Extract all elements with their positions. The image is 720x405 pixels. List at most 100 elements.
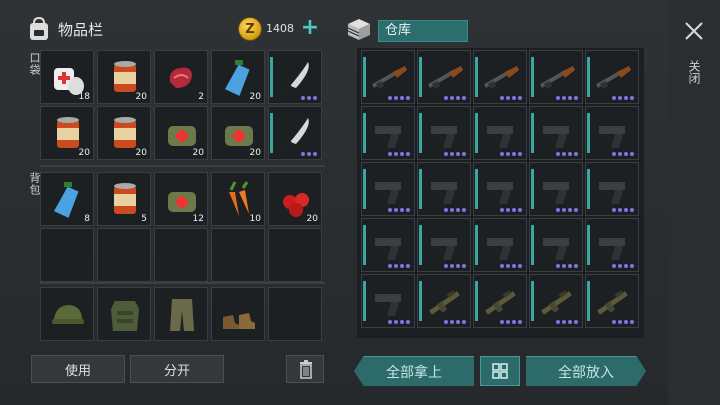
take-all-label: 全部拿上: [386, 364, 442, 381]
storage-slot[interactable]: [361, 274, 415, 328]
storage-slot[interactable]: [473, 218, 527, 272]
pocket-slot[interactable]: 20: [97, 106, 151, 160]
storage-slot[interactable]: [529, 218, 583, 272]
quality-dots: [612, 320, 634, 324]
storage-slot[interactable]: [473, 50, 527, 104]
storage-slot[interactable]: [417, 274, 471, 328]
quality-dots: [556, 96, 578, 100]
durability-bar: [531, 113, 534, 153]
equipment-slot[interactable]: [268, 287, 322, 341]
item-quantity: 20: [306, 214, 318, 224]
storage-slot[interactable]: [361, 50, 415, 104]
quality-dots: [444, 320, 466, 324]
quality-dots: [388, 152, 410, 156]
durability-bar: [270, 113, 273, 153]
item-quantity: 20: [249, 148, 261, 158]
take-all-button[interactable]: 全部拿上: [354, 356, 474, 386]
backpack-slot[interactable]: 5: [97, 172, 151, 226]
add-coins-button[interactable]: +: [300, 17, 320, 40]
close-label[interactable]: 关闭: [686, 60, 703, 84]
equipment-slot[interactable]: [211, 287, 265, 341]
quality-dots: [556, 264, 578, 268]
canned-food-icon: [114, 183, 136, 214]
trash-icon: [300, 360, 312, 379]
storage-slot[interactable]: [585, 106, 639, 160]
pocket-slot[interactable]: 20: [211, 106, 265, 160]
storage-slot[interactable]: [473, 162, 527, 216]
durability-bar: [363, 113, 366, 153]
quality-dots: [612, 96, 634, 100]
quality-dots: [500, 208, 522, 212]
backpack-slot[interactable]: 20: [268, 172, 322, 226]
quality-dots: [444, 152, 466, 156]
backpack-slot[interactable]: 10: [211, 172, 265, 226]
equipment-slot[interactable]: [40, 287, 94, 341]
camo-vest-icon: [111, 301, 139, 331]
pistol-icon: [431, 238, 457, 260]
pocket-slot[interactable]: 2: [154, 50, 208, 104]
storage-slot[interactable]: [585, 50, 639, 104]
water-bottle-icon: [53, 182, 79, 218]
durability-bar: [587, 281, 590, 321]
pocket-slot[interactable]: [268, 106, 322, 160]
close-icon[interactable]: [681, 18, 707, 44]
pistol-icon: [599, 182, 625, 204]
pocket-slot[interactable]: 18: [40, 50, 94, 104]
storage-slot[interactable]: [417, 106, 471, 160]
quality-dots: [612, 152, 634, 156]
storage-slot[interactable]: [529, 162, 583, 216]
durability-bar: [363, 225, 366, 265]
storage-slot[interactable]: [361, 218, 415, 272]
storage-slot[interactable]: [585, 218, 639, 272]
backpack-slot[interactable]: 12: [154, 172, 208, 226]
rifle-icon: [597, 290, 628, 315]
backpack-slot[interactable]: [154, 228, 208, 282]
backpack-slot[interactable]: [40, 228, 94, 282]
pocket-slot[interactable]: 20: [40, 106, 94, 160]
durability-bar: [531, 169, 534, 209]
pocket-slot[interactable]: 20: [211, 50, 265, 104]
pocket-slot[interactable]: [268, 50, 322, 104]
backpack-icon: [30, 16, 48, 40]
rifle-icon: [429, 290, 460, 315]
storage-slot[interactable]: [417, 50, 471, 104]
storage-slot[interactable]: [473, 274, 527, 328]
quality-dots: [500, 320, 522, 324]
quality-dots: [388, 208, 410, 212]
durability-bar: [419, 281, 422, 321]
storage-slot[interactable]: [529, 50, 583, 104]
equipment-slot[interactable]: [154, 287, 208, 341]
durability-bar: [419, 57, 422, 97]
pocket-slot[interactable]: 20: [97, 50, 151, 104]
put-all-button[interactable]: 全部放入: [526, 356, 646, 386]
storage-slot[interactable]: [473, 106, 527, 160]
storage-slot[interactable]: [529, 274, 583, 328]
equipment-slot[interactable]: [97, 287, 151, 341]
storage-slot[interactable]: [361, 162, 415, 216]
machete-icon: [283, 118, 309, 149]
durability-bar: [475, 57, 478, 97]
storage-slot[interactable]: [585, 162, 639, 216]
backpack-slot[interactable]: [211, 228, 265, 282]
sort-grid-button[interactable]: [480, 356, 520, 386]
split-button[interactable]: 分开: [130, 355, 224, 383]
inventory-screen: 物品栏 Z 1408 + 口袋 背包 18 20 2 20 20 20 20 20 8 5 12 10…: [0, 0, 720, 405]
backpack-slot[interactable]: [268, 228, 322, 282]
item-quantity: 12: [192, 214, 204, 224]
camo-pants-icon: [170, 299, 194, 331]
storage-slot[interactable]: [529, 106, 583, 160]
backpack-slot[interactable]: 8: [40, 172, 94, 226]
quality-dots: [556, 152, 578, 156]
pistol-icon: [543, 238, 569, 260]
durability-bar: [531, 57, 534, 97]
storage-slot[interactable]: [417, 218, 471, 272]
backpack-slot[interactable]: [97, 228, 151, 282]
storage-slot[interactable]: [417, 162, 471, 216]
quality-dots: [500, 264, 522, 268]
pistol-icon: [599, 126, 625, 148]
trash-button[interactable]: [286, 355, 324, 383]
storage-slot[interactable]: [361, 106, 415, 160]
pocket-slot[interactable]: 20: [154, 106, 208, 160]
storage-slot[interactable]: [585, 274, 639, 328]
use-button[interactable]: 使用: [31, 355, 125, 383]
